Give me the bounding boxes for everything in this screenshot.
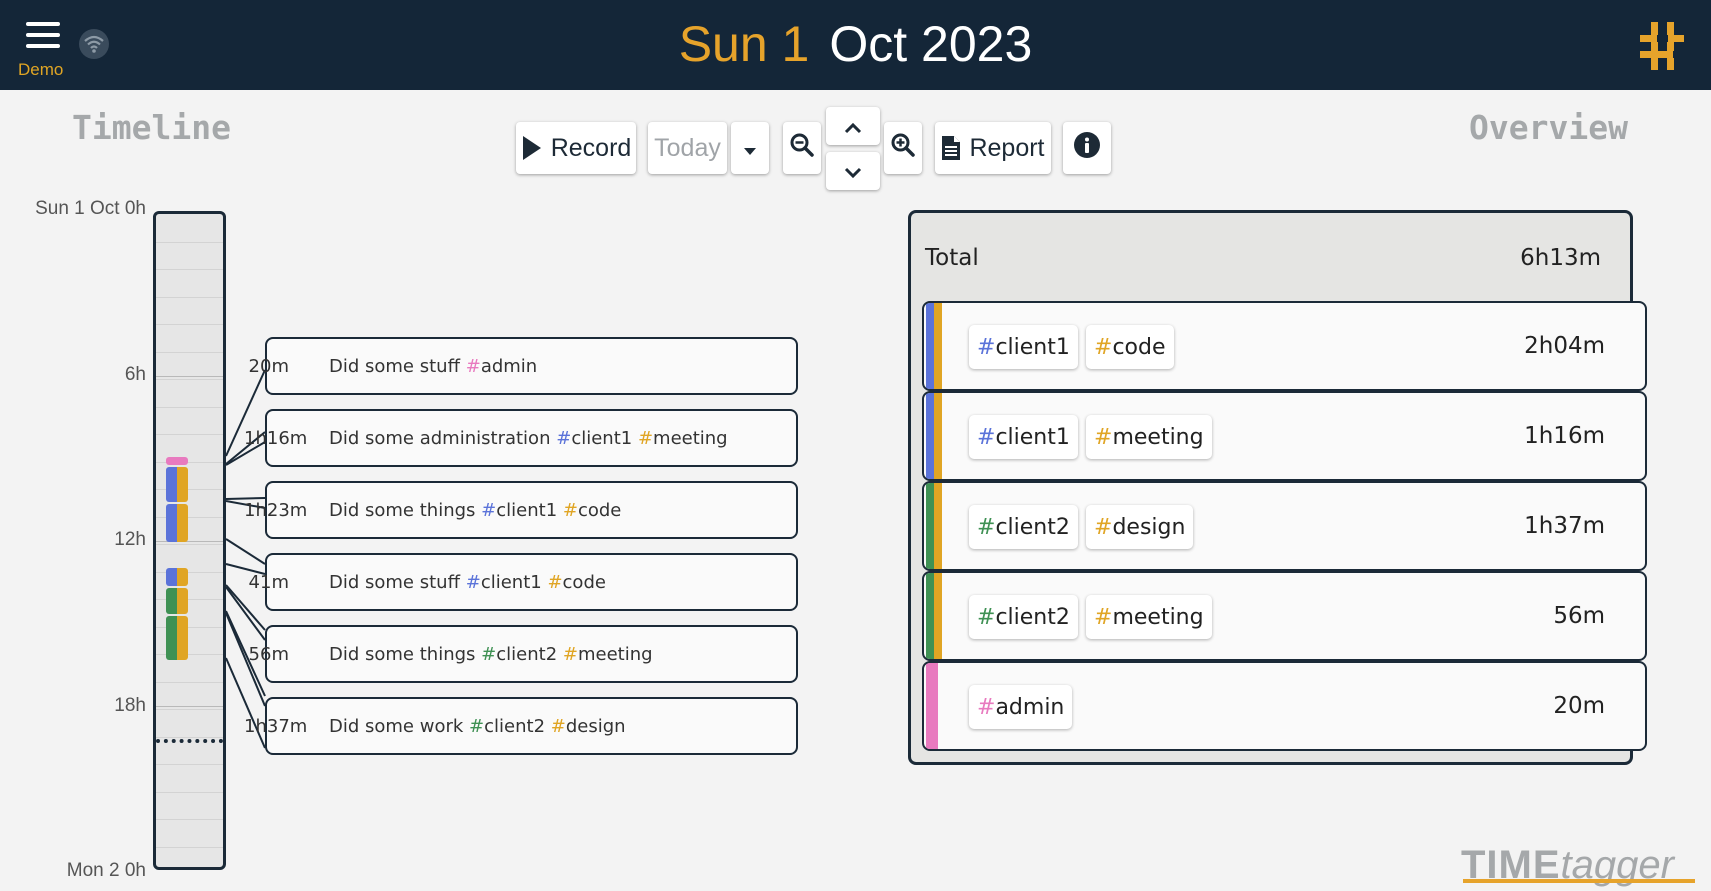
record-duration: 1h23m [244, 499, 308, 521]
tag-color-stripes [926, 573, 942, 659]
tag-name: client2 [995, 514, 1070, 540]
record-duration: 41m [248, 571, 289, 593]
record-item[interactable]: 56m Did some things #client2 #meeting [249, 625, 798, 683]
record-description: Did some stuff #client1 #code [329, 572, 606, 593]
record-item[interactable]: 41m Did some stuff #client1 #code [249, 553, 798, 611]
tag-name: code [1112, 334, 1166, 360]
record-description: Did some administration #client1 #meetin… [329, 428, 728, 449]
record-tag[interactable]: #code [547, 572, 606, 593]
total-label: Total [925, 245, 979, 271]
tag-chip[interactable]: # admin [969, 685, 1073, 729]
record-item[interactable]: 20m Did some stuff #admin [249, 337, 798, 395]
tag-name: client1 [480, 571, 542, 593]
record-duration: 1h37m [244, 715, 308, 737]
tag-chip[interactable]: # client1 [969, 415, 1078, 459]
tag-name: admin [995, 694, 1065, 720]
tag-color-stripes [926, 393, 942, 479]
tag-chip[interactable]: # meeting [1086, 415, 1212, 459]
tag-name: design [565, 715, 626, 737]
tag-name: meeting [1112, 424, 1204, 450]
tag-chip[interactable]: # design [1086, 505, 1194, 549]
record-tag[interactable]: #meeting [563, 644, 653, 665]
tag-name: client2 [496, 643, 558, 665]
overview-row[interactable]: # client1 # meeting 1h16m [922, 391, 1647, 481]
tag-name: client1 [995, 334, 1070, 360]
record-description: Did some things #client2 #meeting [329, 644, 653, 665]
record-text: Did some things [329, 643, 476, 665]
tag-name: meeting [1112, 604, 1204, 630]
brand-underline [1463, 879, 1695, 883]
row-duration: 56m [1553, 603, 1605, 629]
record-tag[interactable]: #admin [466, 356, 538, 377]
record-duration: 56m [248, 643, 289, 665]
tag-chip[interactable]: # client2 [969, 595, 1078, 639]
tag-name: meeting [577, 643, 653, 665]
tag-color-stripes [926, 483, 942, 569]
total-value: 6h13m [1520, 245, 1601, 271]
tag-name: meeting [653, 427, 728, 449]
record-duration: 1h16m [244, 427, 308, 449]
tag-name: design [1112, 514, 1186, 540]
tag-name: code [577, 499, 622, 521]
overview-row[interactable]: # admin 20m [922, 661, 1647, 751]
record-text: Did some administration [329, 427, 551, 449]
tag-name: client2 [995, 604, 1070, 630]
record-tag[interactable]: #design [551, 716, 626, 737]
record-description: Did some things #client1 #code [329, 500, 621, 521]
record-description: Did some stuff #admin [329, 356, 537, 377]
row-duration: 2h04m [1524, 333, 1605, 359]
overview-row[interactable]: # client2 # design 1h37m [922, 481, 1647, 571]
record-tag[interactable]: #client2 [481, 644, 557, 665]
tag-chip[interactable]: # client1 [969, 325, 1078, 369]
record-tag[interactable]: #client2 [469, 716, 545, 737]
record-text: Did some things [329, 499, 476, 521]
tag-name: client1 [571, 427, 633, 449]
row-duration: 20m [1553, 693, 1605, 719]
record-text: Did some stuff [329, 355, 460, 377]
overview-row[interactable]: # client2 # meeting 56m [922, 571, 1647, 661]
record-tag[interactable]: #meeting [638, 428, 728, 449]
record-duration: 20m [248, 355, 289, 377]
overview-row[interactable]: # client1 # code 2h04m [922, 301, 1647, 391]
tag-name: code [562, 571, 606, 593]
record-item[interactable]: 1h16m Did some administration #client1 #… [244, 409, 798, 467]
row-duration: 1h16m [1524, 423, 1605, 449]
tag-chip[interactable]: # client2 [969, 505, 1078, 549]
tag-name: client1 [496, 499, 558, 521]
record-item[interactable]: 1h37m Did some work #client2 #design [244, 697, 798, 755]
tag-chip[interactable]: # code [1086, 325, 1174, 369]
record-tag[interactable]: #client1 [481, 500, 557, 521]
row-duration: 1h37m [1524, 513, 1605, 539]
record-tag[interactable]: #client1 [556, 428, 632, 449]
record-text: Did some stuff [329, 571, 460, 593]
tag-name: admin [480, 355, 538, 377]
record-tag[interactable]: #client1 [466, 572, 542, 593]
record-tag[interactable]: #code [563, 500, 622, 521]
tag-name: client2 [484, 715, 546, 737]
tag-color-stripes [926, 303, 942, 389]
tag-chip[interactable]: # meeting [1086, 595, 1212, 639]
record-item[interactable]: 1h23m Did some things #client1 #code [244, 481, 798, 539]
record-description: Did some work #client2 #design [329, 716, 626, 737]
tag-name: client1 [995, 424, 1070, 450]
tag-color-stripes [926, 663, 938, 749]
record-text: Did some work [329, 715, 464, 737]
